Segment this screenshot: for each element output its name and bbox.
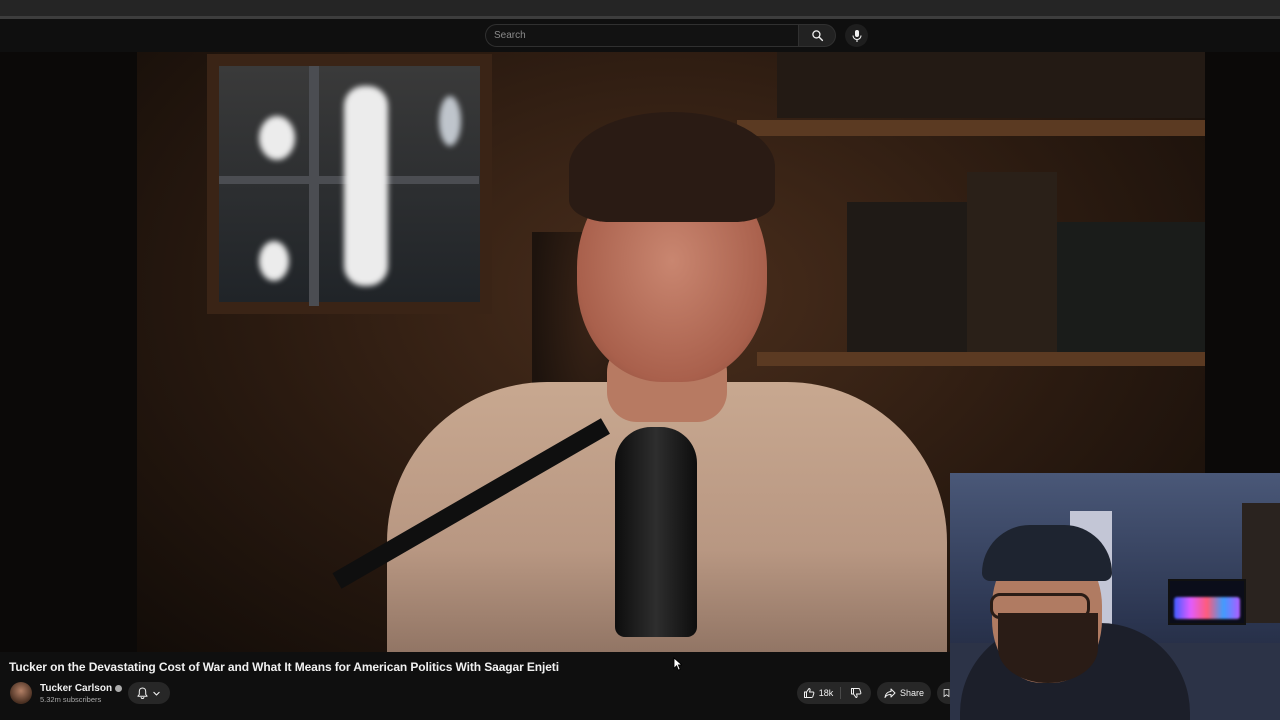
search-box xyxy=(485,24,798,47)
bell-icon xyxy=(137,687,148,699)
search-button[interactable] xyxy=(798,24,836,47)
like-button[interactable]: 18k xyxy=(797,682,839,704)
share-arrow-icon xyxy=(884,688,896,698)
streamer-cap xyxy=(982,525,1112,581)
microphone-icon xyxy=(851,29,862,42)
bookshelf xyxy=(737,120,1205,136)
webcam-overlay xyxy=(950,473,1280,720)
subscriber-count: 5.32m subscribers xyxy=(40,695,102,704)
share-button[interactable]: Share xyxy=(877,682,931,704)
notifications-button[interactable] xyxy=(128,682,170,704)
dislike-button[interactable] xyxy=(841,682,871,704)
channel-avatar[interactable] xyxy=(10,682,32,704)
search-icon xyxy=(811,30,823,42)
like-count: 18k xyxy=(818,688,834,698)
chevron-down-icon xyxy=(153,691,160,696)
background-window xyxy=(207,54,492,314)
save-icon xyxy=(943,689,950,698)
thumbs-up-icon xyxy=(803,688,815,698)
streamer-glasses xyxy=(990,593,1090,619)
voice-search-button[interactable] xyxy=(845,24,868,47)
cam-tv xyxy=(1168,579,1246,625)
thumbs-down-icon xyxy=(851,688,862,698)
channel-name-row[interactable]: Tucker Carlson xyxy=(40,683,123,694)
host-hair xyxy=(569,112,775,222)
like-dislike-group: 18k xyxy=(797,682,871,704)
mouse-cursor xyxy=(673,657,682,671)
verified-badge-icon xyxy=(115,684,123,692)
search-input[interactable] xyxy=(486,25,776,46)
share-label: Share xyxy=(899,688,925,698)
streamer-beard xyxy=(998,613,1098,683)
video-title: Tucker on the Devastating Cost of War an… xyxy=(9,660,559,674)
studio-microphone xyxy=(615,427,697,637)
top-bar xyxy=(0,0,1280,16)
cam-shelf xyxy=(1242,503,1280,623)
channel-name[interactable]: Tucker Carlson xyxy=(40,683,112,694)
